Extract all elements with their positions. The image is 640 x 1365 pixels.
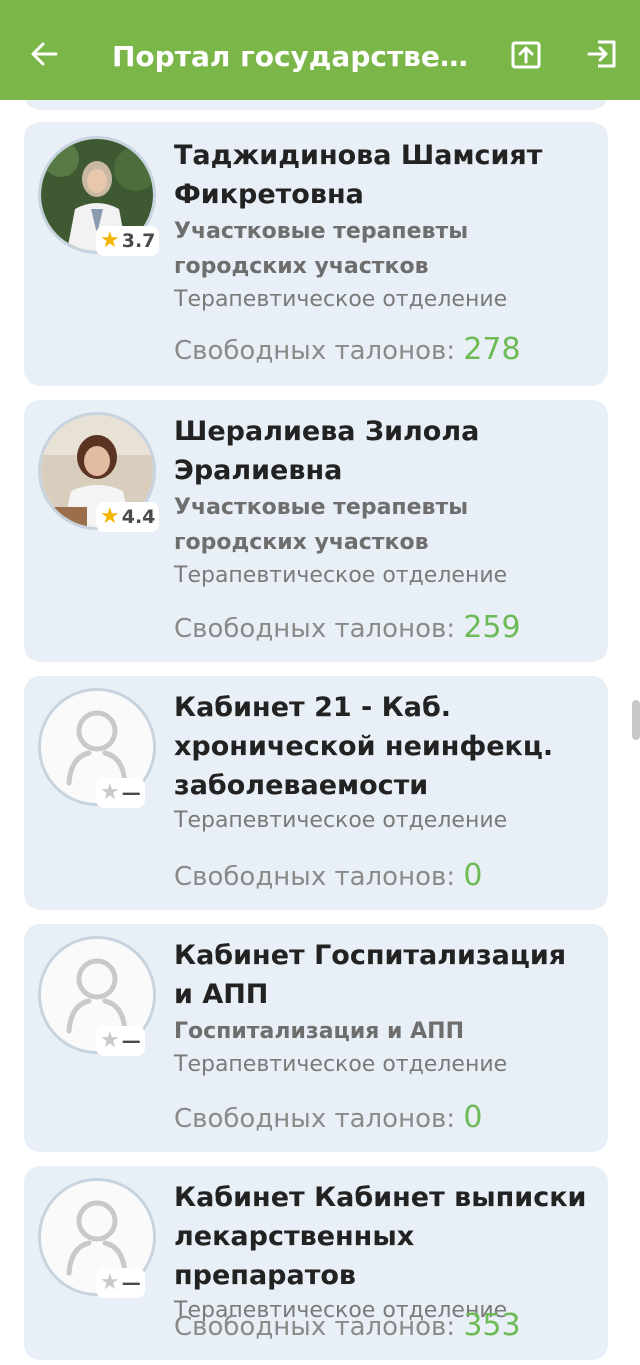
star-icon: ★ [100, 228, 120, 253]
share-button[interactable] [504, 34, 548, 78]
free-tickets-count: 0 [463, 1100, 483, 1135]
free-tickets: Свободных талонов: 0 [174, 1100, 482, 1135]
doctor-department: Терапевтическое отделение [174, 287, 508, 312]
star-icon: ★ [100, 1028, 120, 1053]
free-tickets: Свободных талонов: 259 [174, 610, 521, 645]
free-tickets: Свободных талонов: 278 [174, 332, 521, 367]
doctor-name: Кабинет Госпитализация и АПП [174, 940, 567, 1010]
logout-icon [586, 38, 618, 74]
rating-badge: ★ — [96, 1026, 145, 1056]
free-tickets-count: 278 [463, 332, 521, 367]
doctor-specialty: Участковые терапевты городских участков [174, 495, 469, 555]
doctor-info: Таджидинова Шамсият Фикретовна Участковы… [174, 136, 594, 316]
doctor-department: Терапевтическое отделение [174, 563, 508, 588]
doctor-name: Таджидинова Шамсият Фикретовна [174, 140, 543, 210]
scrollbar[interactable] [632, 700, 640, 740]
rating-badge: ★ — [96, 778, 145, 808]
star-icon: ★ [100, 504, 120, 529]
doctor-specialty: Участковые терапевты городских участков [174, 219, 469, 279]
doctor-department: Терапевтическое отделение [174, 808, 508, 833]
page-title: Портал государственн... [112, 40, 482, 73]
arrow-left-icon [29, 39, 59, 73]
rating-value: 4.4 [121, 506, 156, 528]
rating-badge: ★ 4.4 [96, 502, 160, 532]
free-tickets-label: Свободных талонов: [174, 1104, 464, 1134]
rating-value: — [121, 1272, 141, 1294]
doctor-info: Кабинет 21 - Каб. хронической неинфекц. … [174, 688, 594, 837]
rating-badge: ★ — [96, 1268, 145, 1298]
free-tickets: Свободных талонов: 0 [174, 858, 482, 893]
doctor-card[interactable]: ★ 4.4 Шералиева Зилола Эралиевна Участко… [24, 400, 608, 662]
list-item-partial[interactable] [24, 100, 608, 110]
doctor-card[interactable]: ★ — Кабинет Кабинет выписки лекарственны… [24, 1166, 608, 1360]
rating-value: — [121, 782, 141, 804]
doctor-name: Кабинет Кабинет выписки лекарственных пр… [174, 1182, 587, 1291]
free-tickets-count: 0 [463, 858, 483, 893]
free-tickets-count: 259 [463, 610, 521, 645]
free-tickets-label: Свободных талонов: [174, 862, 464, 892]
doctor-name: Шералиева Зилола Эралиевна [174, 416, 480, 486]
star-icon: ★ [100, 1270, 120, 1295]
doctor-card[interactable]: ★ — Кабинет 21 - Каб. хронической неинфе… [24, 676, 608, 910]
free-tickets-label: Свободных талонов: [174, 1312, 464, 1342]
share-upload-icon [510, 38, 542, 74]
doctor-info: Шералиева Зилола Эралиевна Участковые те… [174, 412, 594, 592]
rating-value: — [121, 1030, 141, 1052]
free-tickets-count: 353 [463, 1308, 521, 1343]
free-tickets-label: Свободных талонов: [174, 336, 464, 366]
doctor-name: Кабинет 21 - Каб. хронической неинфекц. … [174, 692, 554, 801]
doctor-card[interactable]: ★ 3.7 Таджидинова Шамсият Фикретовна Уча… [24, 122, 608, 386]
doctor-department: Терапевтическое отделение [174, 1052, 508, 1077]
doctor-info: Кабинет Госпитализация и АПП Госпитализа… [174, 936, 594, 1081]
doctor-card[interactable]: ★ — Кабинет Госпитализация и АПП Госпита… [24, 924, 608, 1152]
star-icon: ★ [100, 780, 120, 805]
free-tickets: Свободных талонов: 353 [174, 1308, 521, 1343]
app-bar: Портал государственн... [0, 12, 640, 100]
free-tickets-label: Свободных талонов: [174, 614, 464, 644]
doctor-specialty: Госпитализация и АПП [174, 1019, 464, 1044]
doctor-list[interactable]: ★ 3.7 Таджидинова Шамсият Фикретовна Уча… [0, 100, 640, 1365]
rating-badge: ★ 3.7 [96, 226, 160, 256]
back-button[interactable] [20, 32, 68, 80]
rating-value: 3.7 [121, 230, 156, 252]
logout-button[interactable] [580, 34, 624, 78]
status-bar [0, 0, 640, 12]
doctor-info: Кабинет Кабинет выписки лекарственных пр… [174, 1178, 594, 1327]
